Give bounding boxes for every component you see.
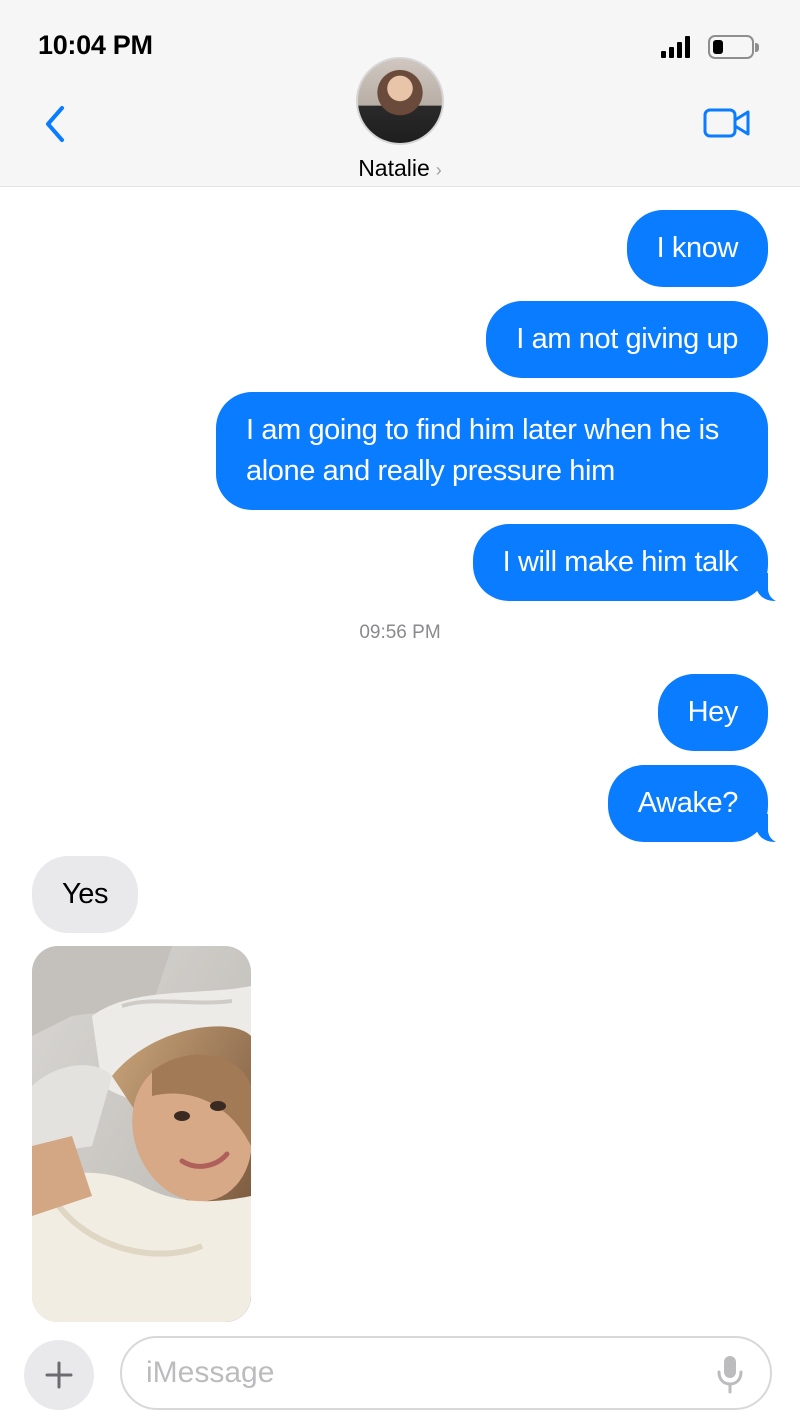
outgoing-message[interactable]: Awake? <box>607 765 800 844</box>
message-timestamp: 09:56 PM <box>359 622 441 643</box>
message-text: Hey <box>687 696 739 728</box>
incoming-photo-attachment[interactable] <box>32 946 251 1322</box>
outgoing-message[interactable]: I will make him talk <box>472 524 800 603</box>
message-text: I will make him talk <box>502 546 739 578</box>
message-input[interactable] <box>146 1338 706 1408</box>
conversation-header: 10:04 PM Natalie › <box>0 0 800 187</box>
cellular-signal-icon <box>661 36 690 58</box>
video-call-button[interactable] <box>700 103 752 143</box>
contact-avatar[interactable] <box>356 57 444 145</box>
message-text: I know <box>656 232 739 264</box>
plus-icon <box>45 1361 73 1389</box>
message-field[interactable] <box>120 1336 772 1410</box>
composer-bar <box>0 1322 800 1422</box>
outgoing-message[interactable]: Hey <box>657 674 768 751</box>
contact-name-button[interactable]: Natalie › <box>0 155 800 182</box>
incoming-message[interactable]: Yes <box>32 856 139 933</box>
message-text: I am going to find him later when he is … <box>246 414 719 487</box>
microphone-icon[interactable] <box>714 1354 746 1394</box>
battery-level <box>713 40 723 54</box>
message-text: Awake? <box>637 787 739 819</box>
selfie-photo <box>32 946 251 1322</box>
message-text: Yes <box>62 878 109 910</box>
status-time: 10:04 PM <box>38 30 153 60</box>
outgoing-message[interactable]: I know <box>626 210 768 287</box>
contact-name: Natalie <box>358 155 430 181</box>
add-attachment-button[interactable] <box>24 1340 94 1410</box>
outgoing-message[interactable]: I am going to find him later when he is … <box>216 392 768 510</box>
back-button[interactable] <box>40 104 70 144</box>
outgoing-message[interactable]: I am not giving up <box>486 301 768 378</box>
message-text: I am not giving up <box>516 323 738 355</box>
battery-icon <box>708 35 759 59</box>
chevron-right-icon: › <box>435 160 442 180</box>
